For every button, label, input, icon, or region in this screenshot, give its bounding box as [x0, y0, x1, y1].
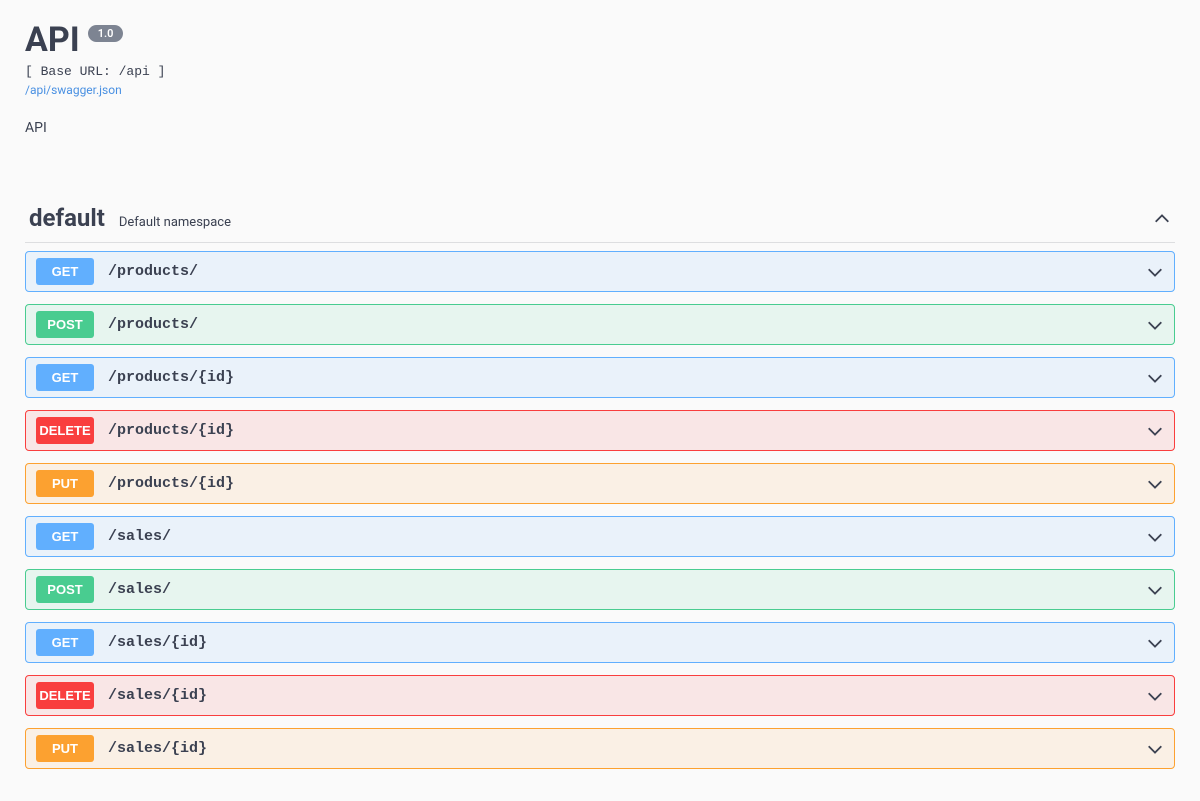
operation-delete-3[interactable]: DELETE/products/{id}: [25, 410, 1175, 451]
operation-get-0[interactable]: GET/products/: [25, 251, 1175, 292]
method-badge-delete: DELETE: [36, 682, 94, 709]
version-badge: 1.0: [88, 25, 124, 42]
method-badge-get: GET: [36, 364, 94, 391]
operation-get-7[interactable]: GET/sales/{id}: [25, 622, 1175, 663]
method-badge-get: GET: [36, 523, 94, 550]
operation-post-1[interactable]: POST/products/: [25, 304, 1175, 345]
chevron-down-icon: [1146, 583, 1164, 597]
method-badge-post: POST: [36, 576, 94, 603]
operation-path: /sales/{id}: [108, 634, 207, 651]
operation-get-2[interactable]: GET/products/{id}: [25, 357, 1175, 398]
tag-header-default[interactable]: default Default namespace: [25, 198, 1175, 243]
base-url: [ Base URL: /api ]: [25, 64, 1175, 79]
method-badge-post: POST: [36, 311, 94, 338]
method-badge-get: GET: [36, 629, 94, 656]
spec-link[interactable]: /api/swagger.json: [25, 83, 122, 97]
tag-name: default: [29, 204, 105, 232]
method-badge-put: PUT: [36, 735, 94, 762]
chevron-down-icon: [1146, 318, 1164, 332]
method-badge-put: PUT: [36, 470, 94, 497]
chevron-up-icon: [1153, 212, 1171, 226]
operation-path: /sales/{id}: [108, 687, 207, 704]
chevron-down-icon: [1146, 530, 1164, 544]
operation-put-9[interactable]: PUT/sales/{id}: [25, 728, 1175, 769]
operation-path: /products/: [108, 263, 198, 280]
operation-path: /sales/: [108, 581, 171, 598]
operation-post-6[interactable]: POST/sales/: [25, 569, 1175, 610]
operation-path: /products/: [108, 316, 198, 333]
operation-path: /products/{id}: [108, 422, 234, 439]
api-title: API: [25, 20, 80, 60]
method-badge-get: GET: [36, 258, 94, 285]
operation-path: /sales/: [108, 528, 171, 545]
method-badge-delete: DELETE: [36, 417, 94, 444]
api-description: API: [25, 120, 1175, 136]
chevron-down-icon: [1146, 689, 1164, 703]
operation-delete-8[interactable]: DELETE/sales/{id}: [25, 675, 1175, 716]
operation-put-4[interactable]: PUT/products/{id}: [25, 463, 1175, 504]
operation-path: /products/{id}: [108, 475, 234, 492]
chevron-down-icon: [1146, 636, 1164, 650]
chevron-down-icon: [1146, 371, 1164, 385]
chevron-down-icon: [1146, 742, 1164, 756]
chevron-down-icon: [1146, 265, 1164, 279]
chevron-down-icon: [1146, 477, 1164, 491]
tag-description: Default namespace: [119, 215, 231, 230]
operation-path: /products/{id}: [108, 369, 234, 386]
operation-get-5[interactable]: GET/sales/: [25, 516, 1175, 557]
chevron-down-icon: [1146, 424, 1164, 438]
operation-path: /sales/{id}: [108, 740, 207, 757]
